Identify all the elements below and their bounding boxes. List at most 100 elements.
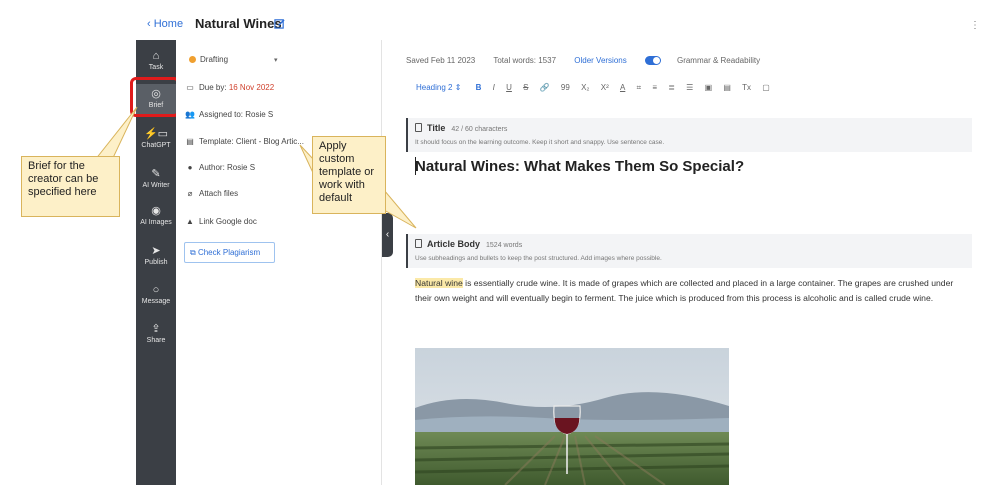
body-text: is essentially crude wine. It is made of… [415,278,954,303]
title-section-label: Title [427,123,446,133]
person-icon: ● [187,163,193,172]
rail-share[interactable]: ⇪ Share [136,323,176,344]
image-icon[interactable]: ▣ [705,83,713,92]
editor-info-row: Saved Feb 11 2023 Total words: 1537 Olde… [406,56,776,66]
title-section-header: Title 42 / 60 characters It should focus … [406,118,972,152]
author-label: Author: Rosie S [199,163,256,172]
special-char-icon[interactable]: ⌗ [637,83,642,93]
bullet-list-icon[interactable]: ≣ [668,83,675,92]
section-bar [406,118,408,152]
rail-ai-writer[interactable]: ✎ AI Writer [136,168,176,189]
title-char-count: 42 / 60 characters [451,126,508,133]
paperclip-icon: ⌀ [187,189,193,198]
title-hint: It should focus on the learning outcome.… [415,139,665,146]
brief-panel: Drafting ▾ ▭ Due by: 16 Nov 2022 👥 Assigne… [176,40,382,485]
editor-area: Saved Feb 11 2023 Total words: 1537 Olde… [393,40,987,485]
more-menu-icon[interactable]: ⋮ [970,20,980,31]
due-label: Due by: [199,83,227,92]
chat-bubble-icon: ○ [152,284,160,296]
back-home-label: Home [153,18,184,30]
bold-button[interactable]: B [476,83,482,92]
copy-icon: ⧉ [190,248,196,257]
rail-publish[interactable]: ➤ Publish [136,245,176,266]
heading-select[interactable]: Heading 2 ⇕ [416,83,461,92]
due-date-row[interactable]: ▭ Due by: 16 Nov 2022 [185,83,274,92]
underline-button[interactable]: U [506,83,512,92]
body-word-count: 1524 words [486,242,523,249]
template-callout: Apply custom template or work with defau… [312,136,386,214]
rail-ai-images[interactable]: ◉ AI Images [136,205,176,226]
grammar-label: Grammar & Readability [676,56,761,65]
saved-status: Saved Feb 11 2023 [406,56,476,65]
template-label: Template: Client - Blog Artic... [199,137,304,146]
link-icon[interactable]: 🔗 [540,83,550,92]
article-body-paragraph[interactable]: Natural wine is essentially crude wine. … [415,276,955,305]
grammar-toggle[interactable]: Grammar & Readability [644,56,776,66]
rail-chatgpt[interactable]: ⚡▭ ChatGPT [136,128,176,149]
ordered-list-icon[interactable]: ≡ [652,83,657,92]
article-image[interactable] [415,348,729,485]
rail-message[interactable]: ○ Message [136,284,176,305]
body-section-label: Article Body [427,239,481,249]
share-icon: ⇪ [151,323,161,335]
top-bar: ‹ Home Natural Wines ⋮ [0,0,987,40]
rail-share-label: Share [146,337,166,344]
assigned-label: Assigned to: Rosie S [199,110,274,119]
attach-files-label: Attach files [199,189,239,198]
edit-icon[interactable] [274,18,285,29]
template-row[interactable]: ▤ Template: Client - Blog Artic... [185,137,304,146]
comment-icon[interactable]: ▢ [762,83,770,92]
google-drive-icon: ▲ [186,217,194,226]
older-versions-link[interactable]: Older Versions [574,56,626,65]
body-section-top: Article Body 1524 words [415,239,522,249]
assigned-row[interactable]: 👥 Assigned to: Rosie S [185,110,273,119]
body-hint: Use subheadings and bullets to keep the … [415,255,662,262]
author-row[interactable]: ● Author: Rosie S [185,163,255,172]
section-bar [406,234,408,268]
table-icon[interactable]: ▤ [723,83,731,92]
rail-task[interactable]: ⌂ Task [136,50,176,71]
align-icon[interactable]: ☰ [686,83,693,92]
text-color-icon[interactable]: A [620,83,625,92]
link-google-doc-row[interactable]: ▲ Link Google doc [185,217,257,226]
document-icon [415,239,422,248]
back-home-link[interactable]: ‹ Home [147,18,183,30]
check-plagiarism-label: Check Plagiarism [197,248,261,257]
palette-icon: ◉ [151,205,161,217]
quote-icon[interactable]: 99 [561,83,570,92]
rail-ai-writer-label: AI Writer [142,182,170,189]
word-count: Total words: 1537 [493,56,557,65]
format-toolbar: Heading 2 ⇕ B I U S 🔗 99 X₂ X² A ⌗ ≡ ≣ ☰… [416,83,779,95]
body-section-header: Article Body 1524 words Use subheadings a… [406,234,972,268]
superscript-icon[interactable]: X² [601,83,609,92]
status-dot [189,56,196,64]
status-dropdown[interactable]: Drafting [189,55,228,64]
brief-callout: Brief for the creator can be specified h… [21,156,120,217]
article-title[interactable]: Natural Wines: What Makes Them So Specia… [415,158,744,175]
title-section-top: Title 42 / 60 characters [415,123,507,133]
chevron-down-icon[interactable]: ▾ [274,56,278,64]
chevron-left-icon: ‹ [147,18,154,30]
attach-files-row[interactable]: ⌀ Attach files [185,189,239,198]
subscript-icon[interactable]: X₂ [581,83,589,92]
highlighted-term: Natural wine [415,278,463,288]
due-date-value: 16 Nov 2022 [228,83,275,92]
app-root: ‹ Home Natural Wines ⋮ ⌂ Task ◎ Brief ⚡▭… [0,0,987,485]
check-plagiarism-button[interactable]: ⧉ Check Plagiarism [184,242,275,263]
strikethrough-button[interactable]: S [523,83,528,92]
home-icon: ⌂ [152,50,160,62]
calendar-icon: ▭ [186,83,194,92]
users-icon: 👥 [185,110,195,119]
send-icon: ➤ [151,245,161,257]
rail-task-label: Task [148,64,164,71]
brief-highlight-box [130,77,180,117]
italic-button[interactable]: I [493,83,495,92]
status-label: Drafting [200,55,229,64]
collapse-panel-button[interactable]: ‹ [382,213,393,257]
clear-format-icon[interactable]: Tx [742,83,751,92]
toggle-switch[interactable] [644,56,661,66]
rail-publish-label: Publish [144,259,168,266]
chatgpt-icon: ⚡▭ [143,128,169,140]
rail-message-label: Message [141,298,171,305]
magic-wand-icon: ✎ [151,168,161,180]
